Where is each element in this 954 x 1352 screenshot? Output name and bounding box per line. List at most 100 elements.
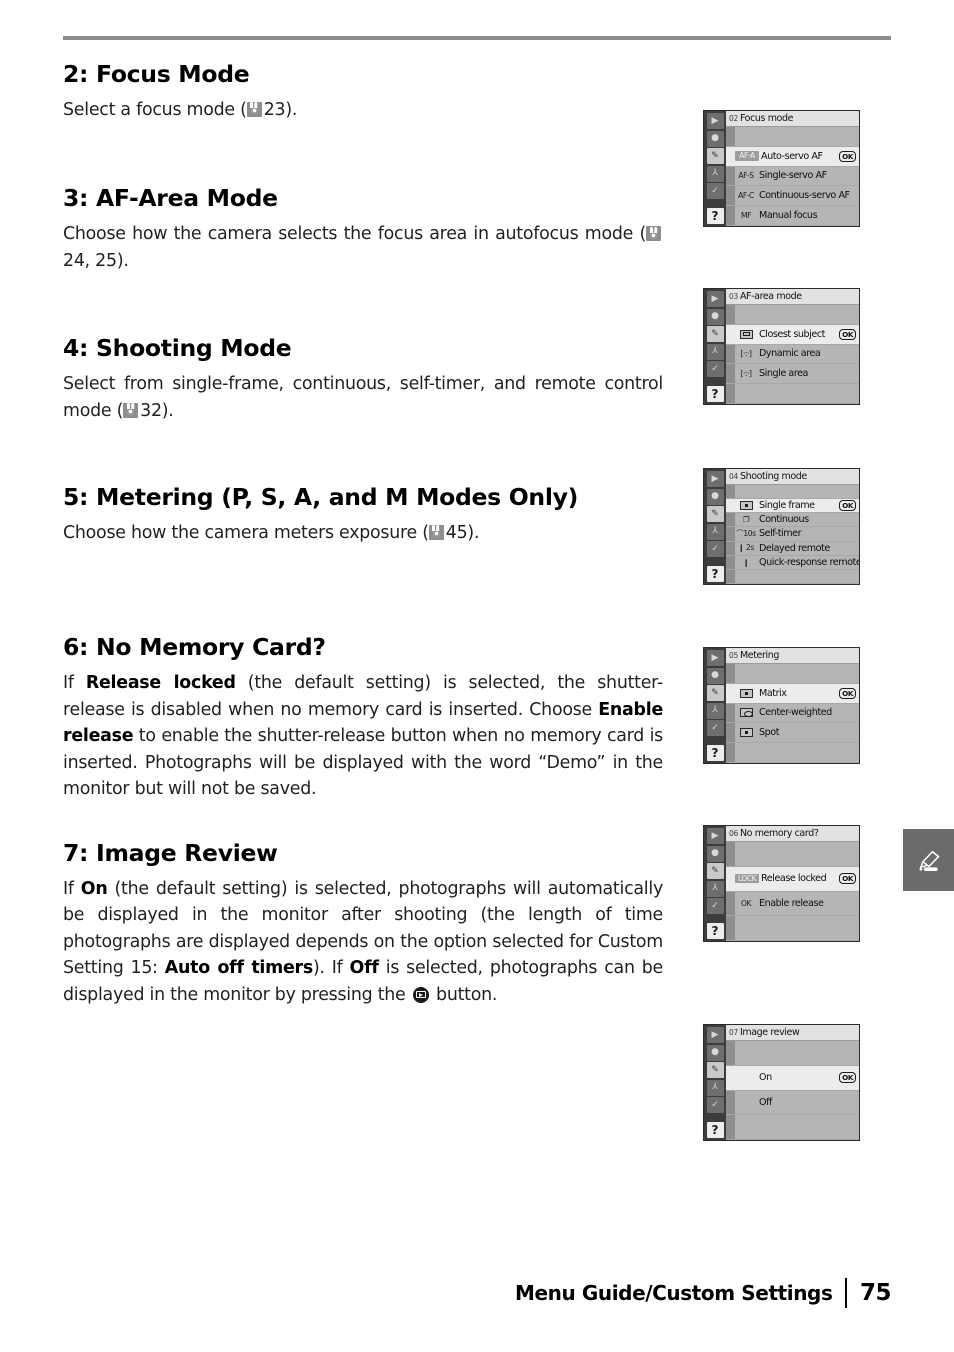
chapter-tab [903,829,954,891]
header-rule [63,36,891,40]
menu-option-row[interactable]: Closest subject OK [726,324,859,345]
shooting-menu-icon[interactable]: ● [706,667,724,684]
body-reference: 23). [263,99,298,120]
menu-screenshot-shooting-mode: ▶ ● ✎ ⅄ ✓? 04 Shooting mode Single frame OK ❐ Cont… [703,468,860,585]
custom-settings-pencil-icon[interactable]: ✎ [706,863,724,879]
option-icon: ❙ 2s [738,543,754,553]
menu-title: Shooting mode [739,471,807,482]
menu-sidebar: ▶ ● ✎ ⅄ ✓? [704,469,726,584]
ok-badge: OK [839,1072,856,1084]
playback-icon[interactable]: ▶ [706,291,724,307]
menu-blank-row [726,384,859,404]
page-footer: Menu Guide/Custom Settings 75 [515,1278,892,1308]
menu-blank-row [726,842,859,867]
body-text: button. [430,984,498,1005]
menu-option-label: On [759,1072,772,1084]
section-title: 4: Shooting Mode [63,334,292,363]
setup-wrench-icon[interactable]: ⅄ [706,880,724,897]
retouch-icon[interactable]: ✓ [706,898,724,914]
menu-title: AF-area mode [739,291,802,302]
section-body: Select a focus mode (23). [63,97,663,124]
shooting-menu-icon[interactable]: ● [706,308,724,325]
menu-blank-row [726,743,859,763]
menu-option-row[interactable]: Spot [726,723,859,744]
menu-option-row[interactable]: ❙ Quick-response remote [726,556,859,570]
menu-option-row[interactable]: ❐ Continuous [726,513,859,528]
menu-title-bar: 02 Focus mode [726,111,859,127]
menu-body: 02 Focus mode AF-A Auto-servo AF OK AF-S Singl… [726,111,859,226]
playback-icon[interactable]: ▶ [706,650,724,666]
menu-option-row[interactable]: Single frame OK [726,499,859,514]
menu-option-row[interactable]: MF Manual focus [726,206,859,226]
shooting-menu-icon[interactable]: ● [706,130,724,147]
custom-settings-pencil-icon[interactable]: ✎ [706,326,724,342]
help-icon[interactable]: ? [706,922,724,939]
menu-option-list: Closest subject OK [·:·] Dynamic area [·:·] S… [726,305,859,404]
menu-option-row[interactable]: Center-weighted [726,704,859,724]
help-icon[interactable]: ? [706,385,724,402]
section-no-memory-card: 6: No Memory Card? If Release locked (th… [63,635,663,802]
custom-settings-pencil-icon[interactable]: ✎ [706,506,724,522]
ok-badge: OK [839,150,856,162]
body-text: Choose how the camera selects the focus … [63,224,646,245]
menu-option-label: Continuous-servo AF [759,190,850,202]
option-icon: ❐ [742,515,750,525]
playback-icon[interactable]: ▶ [706,828,724,844]
manual-page: 2: Focus Mode Select a focus mode (23). … [0,0,954,1352]
option-glyph [739,501,753,511]
menu-option-row[interactable]: OK Enable release [726,892,859,917]
setup-wrench-icon[interactable]: ⅄ [706,702,724,719]
section-title: 5: Metering (P, S, A, and M Modes Only) [63,483,579,512]
option-icon [735,728,757,738]
retouch-icon[interactable]: ✓ [706,361,724,377]
menu-option-list: Single frame OK ❐ Continuous ⌒10s Self-timer ❙… [726,485,859,584]
option-glyph [739,728,753,738]
menu-option-row[interactable]: On OK [726,1065,859,1091]
playback-icon[interactable]: ▶ [706,471,724,487]
menu-option-row[interactable]: Matrix OK [726,683,859,704]
menu-option-row[interactable]: ❙ 2s Delayed remote [726,542,859,556]
text-column: 2: Focus Mode Select a focus mode (23). … [63,61,663,1009]
menu-option-row[interactable]: AF-C Continuous-servo AF [726,186,859,207]
retouch-icon[interactable]: ✓ [706,183,724,199]
emphasis-text: Release locked [85,673,236,694]
playback-icon[interactable]: ▶ [706,1027,724,1043]
menu-number: 07 [729,1028,738,1037]
shooting-menu-icon[interactable]: ● [706,1044,724,1061]
menu-title-bar: 07 Image review [726,1025,859,1041]
custom-settings-pencil-icon[interactable]: ✎ [706,148,724,164]
option-icon [735,688,757,698]
menu-option-row[interactable]: ⌒10s Self-timer [726,527,859,542]
retouch-icon[interactable]: ✓ [706,541,724,557]
option-icon [735,708,757,718]
help-icon[interactable]: ? [706,565,724,582]
section-body: Choose how the camera selects the focus … [63,221,663,274]
section-metering: 5: Metering (P, S, A, and M Modes Only) … [63,483,663,546]
menu-option-row[interactable]: [·:·] Single area [726,364,859,385]
setup-wrench-icon[interactable]: ⅄ [706,1079,724,1096]
menu-option-row[interactable]: LOCK Release locked OK [726,866,859,892]
menu-option-label: Off [759,1096,772,1108]
playback-icon[interactable]: ▶ [706,113,724,129]
shooting-menu-icon[interactable]: ● [706,845,724,862]
custom-settings-pencil-icon[interactable]: ✎ [706,1062,724,1078]
help-icon[interactable]: ? [706,207,724,224]
retouch-icon[interactable]: ✓ [706,720,724,736]
menu-blank-row [726,916,859,941]
menu-option-row[interactable]: Off [726,1091,859,1116]
menu-option-row[interactable]: AF-A Auto-servo AF OK [726,146,859,167]
setup-wrench-icon[interactable]: ⅄ [706,523,724,540]
custom-settings-pencil-icon[interactable]: ✎ [706,685,724,701]
setup-wrench-icon[interactable]: ⅄ [706,165,724,182]
setup-wrench-icon[interactable]: ⅄ [706,343,724,360]
menu-option-row[interactable]: AF-S Single-servo AF [726,167,859,187]
menu-option-list: LOCK Release locked OK OK Enable release [726,842,859,941]
help-icon[interactable]: ? [706,1121,724,1138]
shooting-menu-icon[interactable]: ● [706,488,724,505]
retouch-icon[interactable]: ✓ [706,1097,724,1113]
menu-screenshot-no-memory-card: ▶ ● ✎ ⅄ ✓? 06 No memory card? LOCK Release locke… [703,825,860,942]
section-body: If On (the default setting) is selected,… [63,876,663,1009]
section-body: Select from single-frame, continuous, se… [63,371,663,424]
menu-option-row[interactable]: [·:·] Dynamic area [726,345,859,365]
help-icon[interactable]: ? [706,744,724,761]
